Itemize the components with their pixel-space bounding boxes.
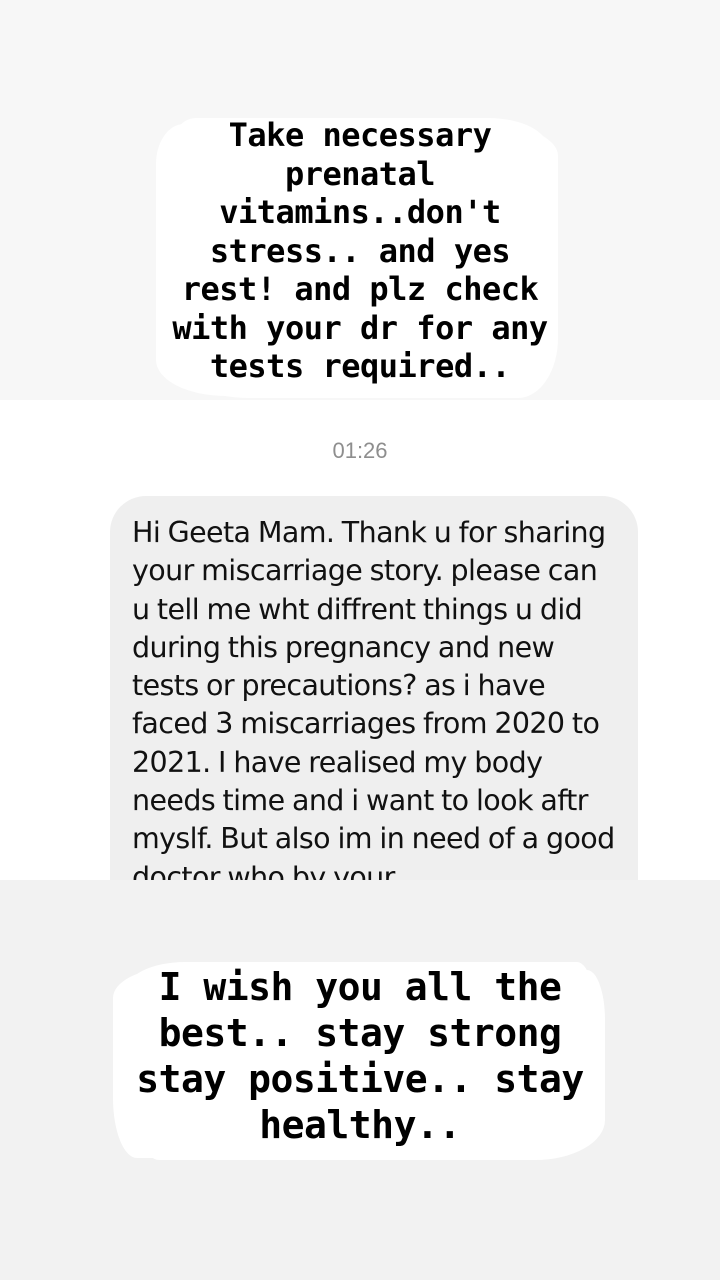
- story-caption-top: Take necessary prenatal vitamins..don't …: [172, 116, 548, 385]
- message-thread: 01:26 Hi Geeta Mam. Thank u for sharing …: [0, 400, 720, 880]
- received-message-bubble[interactable]: Hi Geeta Mam. Thank u for sharing your m…: [110, 496, 638, 880]
- message-text: Hi Geeta Mam. Thank u for sharing your m…: [132, 516, 615, 880]
- story-caption-bottom: I wish you all the best.. stay strong st…: [136, 965, 584, 1147]
- story-overlay-top: Take necessary prenatal vitamins..don't …: [0, 0, 720, 400]
- message-timestamp: 01:26: [332, 438, 388, 463]
- story-overlay-bottom: I wish you all the best.. stay strong st…: [0, 880, 720, 1280]
